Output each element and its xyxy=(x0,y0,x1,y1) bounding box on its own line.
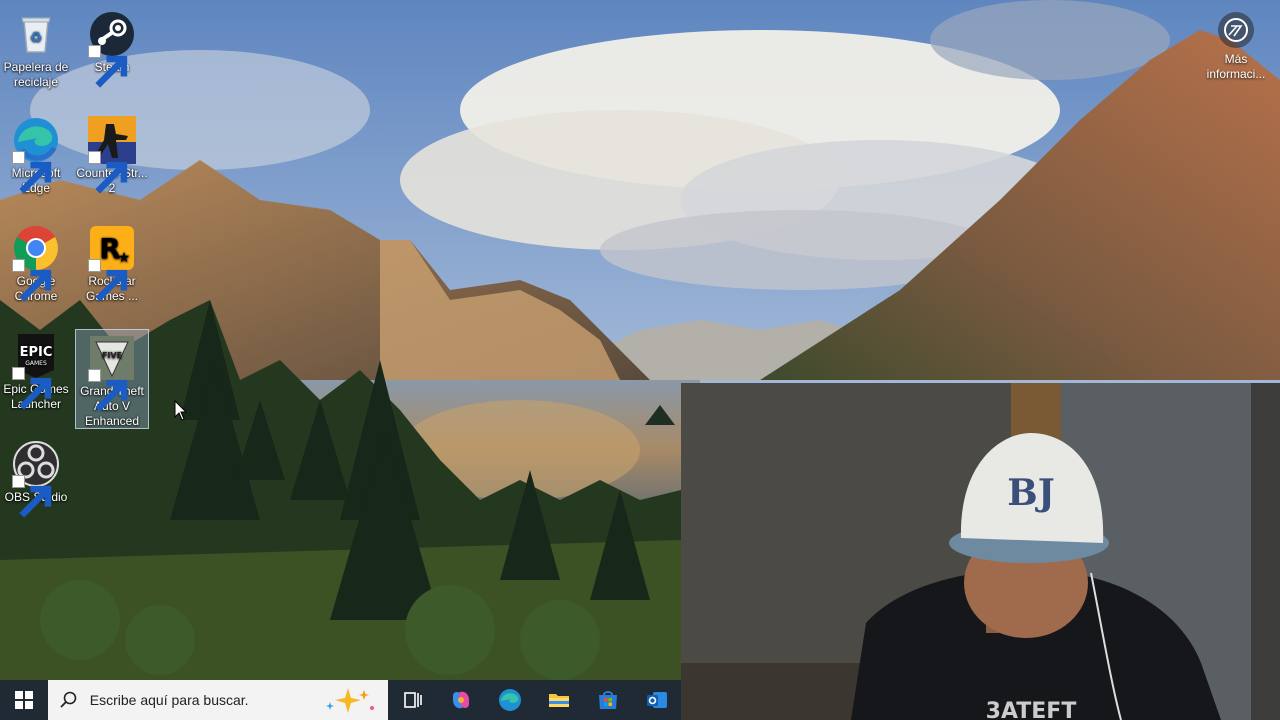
outlook-icon xyxy=(646,692,667,708)
folder-icon xyxy=(549,694,570,707)
desktop-icon-obs[interactable]: OBS Studio xyxy=(0,436,72,518)
more-info-button[interactable]: Más informaci... xyxy=(1200,12,1272,82)
search-highlight-sparkle-icon[interactable] xyxy=(320,686,380,714)
more-info-icon xyxy=(1218,12,1254,48)
task-view-button[interactable] xyxy=(388,680,437,720)
desktop-icon-recycle-bin[interactable]: ♻ Papelera de reciclaje xyxy=(0,6,72,90)
epic-games-icon: EPIC GAMES xyxy=(12,332,60,410)
copilot-button[interactable] xyxy=(437,680,486,720)
steam-icon xyxy=(88,10,136,88)
desktop-icon-gta-v[interactable]: FIVE Grand Theft Auto V Enhanced xyxy=(75,329,149,429)
shortcut-arrow-icon xyxy=(12,367,52,410)
shortcut-arrow-icon xyxy=(12,151,52,194)
shortcut-arrow-icon xyxy=(88,45,128,88)
taskbar-search-box[interactable] xyxy=(47,680,389,720)
desktop-icon-label: Papelera de reciclaje xyxy=(3,60,69,89)
desktop-icon-edge[interactable]: Microsoft Edge xyxy=(0,112,72,196)
copilot-icon xyxy=(453,691,470,709)
start-button[interactable] xyxy=(0,680,48,720)
store-icon xyxy=(598,691,617,709)
svg-text:♻: ♻ xyxy=(30,30,43,46)
obs-icon xyxy=(12,440,60,518)
svg-text:3ATEFT: 3ATEFT xyxy=(986,699,1077,720)
taskbar xyxy=(0,680,681,720)
desktop-icon-counter-strike[interactable]: Counter-Str... 2 xyxy=(76,112,148,196)
windows-logo-icon xyxy=(14,691,33,709)
desktop-icon-chrome[interactable]: Google Chrome xyxy=(0,220,72,304)
shortcut-arrow-icon xyxy=(88,259,128,302)
svg-text:FIVE: FIVE xyxy=(102,351,122,360)
shortcut-arrow-icon xyxy=(88,151,128,194)
webcam-overlay: BJ 3ATEFT xyxy=(681,383,1280,720)
mouse-cursor-icon xyxy=(174,399,188,422)
edge-icon xyxy=(499,689,522,711)
task-view-icon xyxy=(403,692,422,708)
desktop-icon-steam[interactable]: Steam xyxy=(76,6,148,88)
svg-text:BJ: BJ xyxy=(1007,472,1054,514)
search-icon xyxy=(60,691,77,708)
edge-icon xyxy=(12,116,60,194)
rockstar-icon: R ★ xyxy=(88,224,136,302)
svg-text:GAMES: GAMES xyxy=(25,360,47,367)
shortcut-arrow-icon xyxy=(12,475,52,518)
file-explorer-button[interactable] xyxy=(535,680,584,720)
more-info-label: Más informaci... xyxy=(1206,52,1266,81)
search-input[interactable] xyxy=(87,691,312,709)
desktop-icon-rockstar[interactable]: R ★ Rockstar Games ... xyxy=(76,220,148,304)
recycle-bin-icon: ♻ xyxy=(12,10,60,58)
svg-text:EPIC: EPIC xyxy=(20,345,53,360)
shortcut-arrow-icon xyxy=(88,369,128,412)
chrome-icon xyxy=(12,224,60,302)
gta-v-icon: FIVE xyxy=(88,334,136,412)
outlook-button[interactable] xyxy=(632,680,681,720)
counter-strike-icon xyxy=(88,116,136,194)
edge-taskbar-button[interactable] xyxy=(486,680,535,720)
desktop-icon-epic-games[interactable]: EPIC GAMES Epic Games Launcher xyxy=(0,328,72,412)
shortcut-arrow-icon xyxy=(12,259,52,302)
microsoft-store-button[interactable] xyxy=(583,680,632,720)
